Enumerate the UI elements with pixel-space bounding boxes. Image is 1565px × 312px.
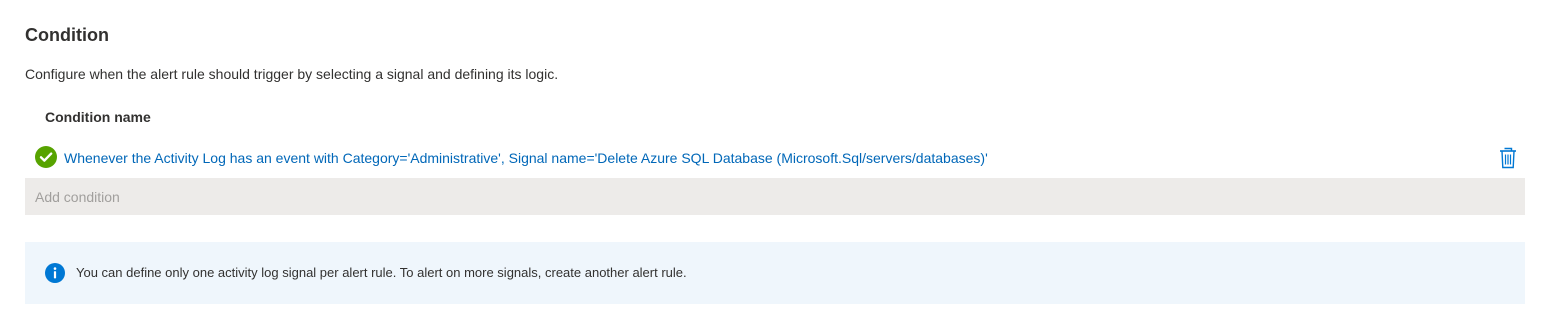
add-condition-button[interactable]: Add condition bbox=[25, 178, 1525, 215]
delete-condition-button[interactable] bbox=[1497, 146, 1519, 170]
section-title: Condition bbox=[25, 25, 109, 45]
section-description: Configure when the alert rule should tri… bbox=[25, 66, 559, 82]
condition-name-link[interactable]: Whenever the Activity Log has an event w… bbox=[64, 148, 988, 168]
checkmark-circle-icon bbox=[35, 146, 57, 168]
column-header-condition-name: Condition name bbox=[45, 109, 151, 125]
info-banner-text: You can define only one activity log sig… bbox=[76, 265, 687, 280]
info-banner: You can define only one activity log sig… bbox=[25, 242, 1525, 304]
trash-icon bbox=[1497, 147, 1519, 173]
condition-row: Whenever the Activity Log has an event w… bbox=[25, 138, 1525, 178]
info-icon bbox=[45, 263, 65, 283]
